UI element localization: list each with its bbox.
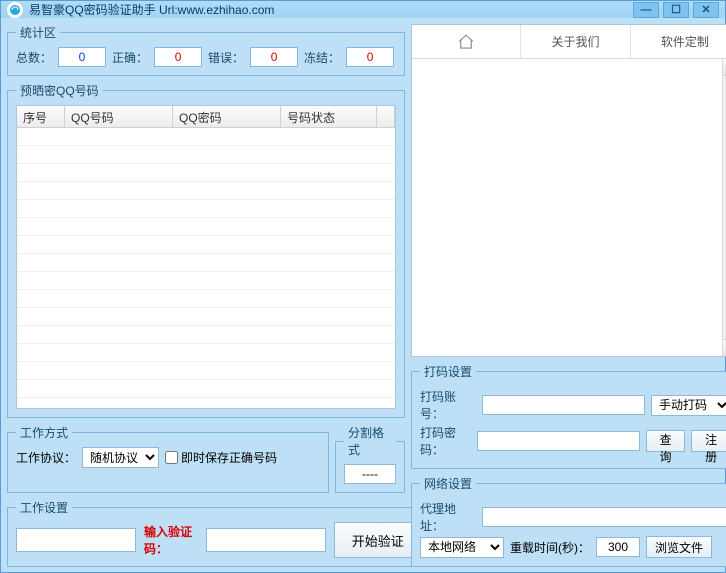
- net-legend: 网络设置: [420, 475, 476, 492]
- reconnect-label: 重载时间(秒)：: [510, 539, 590, 556]
- workmode-legend: 工作方式: [16, 424, 72, 441]
- dama-mode-select[interactable]: 手动打码: [651, 395, 726, 416]
- total-label: 总数：: [16, 49, 52, 66]
- close-button[interactable]: ✕: [693, 2, 719, 18]
- browser-pane: 关于我们 软件定制 ▲ ▼: [411, 24, 726, 357]
- col-qq-password[interactable]: QQ密码: [173, 106, 281, 127]
- correct-value: 0: [154, 47, 202, 67]
- app-logo-icon: [7, 2, 23, 18]
- split-legend: 分割格式: [344, 424, 396, 458]
- tab-about[interactable]: 关于我们: [521, 25, 630, 58]
- protocol-select[interactable]: 随机协议: [82, 447, 159, 468]
- total-value: 0: [58, 47, 106, 67]
- dama-group: 打码设置 打码账号： 手动打码 打码密码： 查询 注册: [411, 363, 726, 469]
- browser-content: ▲ ▼: [412, 59, 726, 356]
- dama-password-label: 打码密码：: [420, 424, 471, 458]
- col-index[interactable]: 序号: [17, 106, 65, 127]
- start-button[interactable]: 开始验证: [334, 522, 422, 558]
- qq-list-group: 预晒密QQ号码 序号 QQ号码 QQ密码 号码状态: [7, 82, 405, 418]
- dama-account-label: 打码账号：: [420, 388, 476, 422]
- captcha-label: 输入验证码：: [144, 523, 198, 557]
- error-label: 错误：: [208, 49, 244, 66]
- workmode-group: 工作方式 工作协议： 随机协议 即时保存正确号码: [7, 424, 329, 493]
- query-button[interactable]: 查询: [646, 430, 686, 452]
- dama-password-input[interactable]: [477, 431, 640, 451]
- stats-group: 统计区 总数： 0 正确： 0 错误： 0 冻结： 0: [7, 24, 405, 76]
- qq-list-legend: 预晒密QQ号码: [16, 82, 103, 99]
- error-value: 0: [250, 47, 298, 67]
- qq-table[interactable]: 序号 QQ号码 QQ密码 号码状态: [16, 105, 396, 409]
- reconnect-input[interactable]: [596, 537, 640, 557]
- dama-account-input[interactable]: [482, 395, 645, 415]
- correct-label: 正确：: [112, 49, 148, 66]
- app-window: 易智豪QQ密码验证助手 Url:www.ezhihao.com — ☐ ✕ 统计…: [0, 0, 726, 573]
- frozen-value: 0: [346, 47, 394, 67]
- table-body[interactable]: [17, 128, 395, 408]
- dama-legend: 打码设置: [420, 363, 476, 380]
- network-select[interactable]: 本地网络: [420, 537, 504, 558]
- titlebar: 易智豪QQ密码验证助手 Url:www.ezhihao.com — ☐ ✕: [1, 1, 725, 18]
- frozen-label: 冻结：: [304, 49, 340, 66]
- window-title: 易智豪QQ密码验证助手 Url:www.ezhihao.com: [29, 1, 633, 18]
- save-checkbox-wrap[interactable]: 即时保存正确号码: [165, 449, 277, 466]
- register-button[interactable]: 注册: [691, 430, 726, 452]
- protocol-label: 工作协议：: [16, 449, 76, 466]
- split-group: 分割格式: [335, 424, 405, 493]
- browse-button[interactable]: 浏览文件: [646, 536, 712, 558]
- stats-legend: 统计区: [16, 24, 60, 41]
- net-group: 网络设置 代理地址： 本地网络 重载时间(秒)： 浏览文件: [411, 475, 726, 567]
- browser-scrollbar[interactable]: ▲ ▼: [722, 59, 726, 356]
- tab-home[interactable]: [412, 25, 521, 58]
- browser-tabs: 关于我们 软件定制: [412, 25, 726, 59]
- col-spacer: [377, 106, 395, 127]
- save-checkbox-label: 即时保存正确号码: [181, 449, 277, 466]
- workset-legend: 工作设置: [16, 499, 72, 516]
- captcha-input[interactable]: [206, 528, 326, 552]
- table-header: 序号 QQ号码 QQ密码 号码状态: [17, 106, 395, 128]
- workset-field1[interactable]: [16, 528, 136, 552]
- proxy-label: 代理地址：: [420, 500, 476, 534]
- proxy-input[interactable]: [482, 507, 726, 527]
- split-input[interactable]: [344, 464, 396, 484]
- save-checkbox[interactable]: [165, 451, 178, 464]
- workset-group: 工作设置 输入验证码： 开始验证: [7, 499, 431, 567]
- maximize-button[interactable]: ☐: [663, 2, 689, 18]
- col-status[interactable]: 号码状态: [281, 106, 377, 127]
- home-icon: [457, 33, 475, 51]
- col-qq-number[interactable]: QQ号码: [65, 106, 173, 127]
- minimize-button[interactable]: —: [633, 2, 659, 18]
- tab-custom[interactable]: 软件定制: [631, 25, 726, 58]
